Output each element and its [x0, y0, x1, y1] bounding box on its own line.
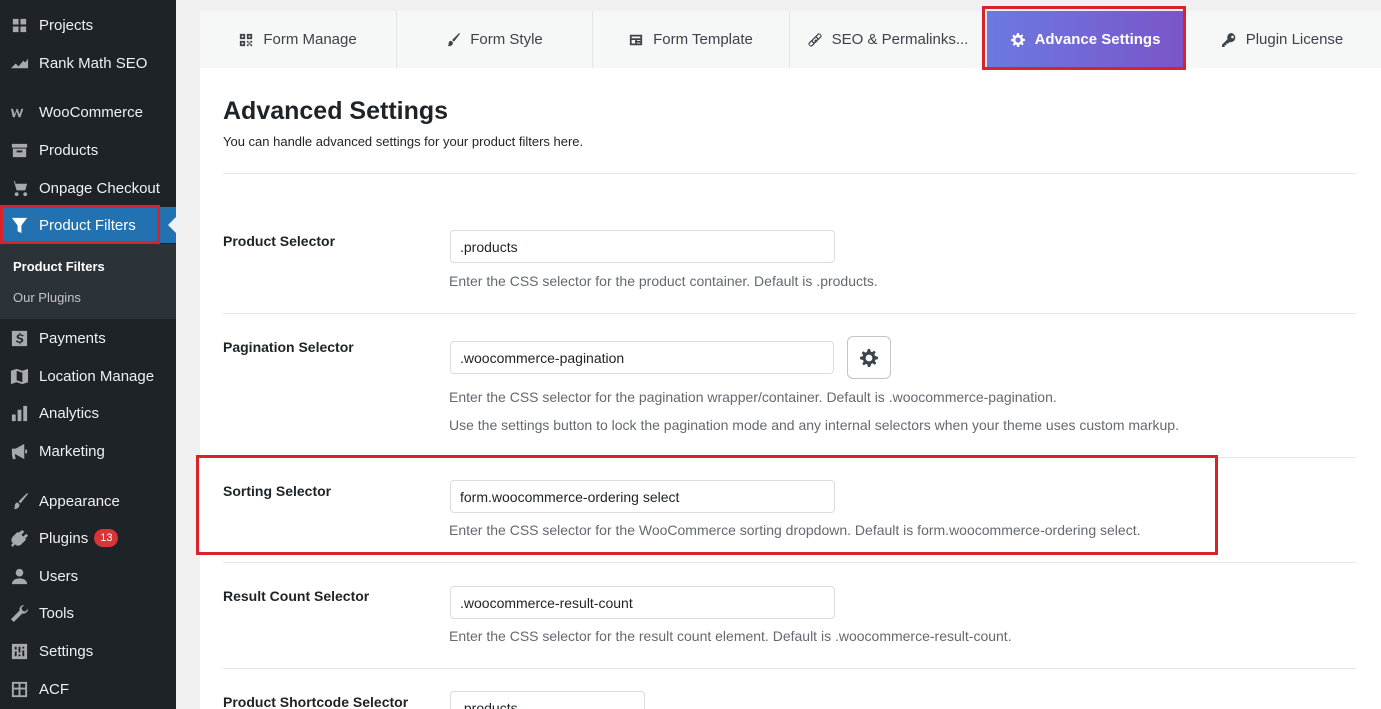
- sidebar-item-payments[interactable]: Payments: [0, 320, 176, 356]
- product-filters-submenu: Product Filters Our Plugins: [0, 244, 176, 319]
- shortcode-selector-label: Product Shortcode Selector: [223, 694, 409, 709]
- settings-sliders-icon: [9, 641, 29, 661]
- megaphone-icon: [9, 441, 29, 461]
- brush-icon: [447, 32, 461, 46]
- tab-form-template[interactable]: Form Template: [593, 11, 790, 68]
- divider: [223, 562, 1356, 563]
- divider: [223, 457, 1356, 458]
- tab-label: Plugin License: [1245, 31, 1344, 48]
- shortcode-selector-input[interactable]: [450, 691, 645, 709]
- tab-seo-permalinks[interactable]: SEO & Permalinks...: [790, 11, 987, 68]
- sidebar-item-rank-math[interactable]: Rank Math SEO: [0, 45, 176, 81]
- sidebar-item-marketing[interactable]: Marketing: [0, 433, 176, 469]
- sidebar-item-label: Marketing: [39, 442, 105, 460]
- settings-tabs: Form Manage Form Style Form Template SEO…: [200, 11, 1381, 68]
- woocommerce-icon: [9, 102, 29, 122]
- tab-advance-settings[interactable]: Advance Settings: [987, 11, 1184, 68]
- tab-form-manage[interactable]: Form Manage: [200, 11, 397, 68]
- pagination-selector-label: Pagination Selector: [223, 339, 354, 355]
- tab-label: Form Style: [470, 31, 543, 48]
- sidebar-item-projects[interactable]: Projects: [0, 7, 176, 43]
- sidebar-item-users[interactable]: Users: [0, 558, 176, 594]
- filter-icon: [9, 215, 29, 235]
- user-icon: [9, 566, 29, 586]
- pagination-selector-input[interactable]: [450, 341, 834, 374]
- divider: [223, 313, 1356, 314]
- sidebar-item-woocommerce[interactable]: WooCommerce: [0, 94, 176, 130]
- tab-plugin-license[interactable]: Plugin License: [1184, 11, 1381, 68]
- tab-label: Form Manage: [263, 31, 357, 48]
- sidebar-item-settings[interactable]: Settings: [0, 633, 176, 669]
- submenu-item-our-plugins[interactable]: Our Plugins: [13, 290, 81, 305]
- sidebar-item-acf[interactable]: ACF: [0, 671, 176, 707]
- sidebar-item-label: Settings: [39, 642, 94, 660]
- sidebar-item-analytics[interactable]: Analytics: [0, 395, 176, 431]
- divider: [223, 173, 1356, 174]
- sidebar-item-label: Analytics: [39, 404, 100, 422]
- sidebar-item-appearance[interactable]: Appearance: [0, 483, 176, 519]
- sidebar-item-label: Tools: [39, 604, 75, 622]
- plugin-icon: [9, 528, 29, 548]
- result-count-selector-input[interactable]: [450, 586, 835, 619]
- bar-chart-icon: [9, 403, 29, 423]
- sidebar-item-label: Rank Math SEO: [39, 54, 148, 72]
- cart-icon: [9, 178, 29, 198]
- link-icon: [808, 32, 822, 47]
- grid-icon: [240, 33, 253, 46]
- projects-icon: [9, 15, 29, 35]
- sidebar-item-label: Users: [39, 567, 79, 585]
- sidebar-item-location-manage[interactable]: Location Manage: [0, 358, 176, 394]
- sidebar-item-label: Appearance: [39, 492, 120, 510]
- acf-icon: [9, 679, 29, 699]
- page-title: Advanced Settings: [223, 97, 449, 125]
- tab-form-style[interactable]: Form Style: [397, 11, 593, 68]
- submenu-item-product-filters[interactable]: Product Filters: [13, 259, 105, 274]
- sidebar-item-label: Location Manage: [39, 367, 155, 385]
- pagination-selector-help-secondary: Use the settings button to lock the pagi…: [449, 417, 1179, 433]
- paint-brush-icon: [9, 491, 29, 511]
- gear-icon: [860, 348, 878, 367]
- main-content: Form Manage Form Style Form Template SEO…: [200, 11, 1381, 709]
- product-selector-input[interactable]: [450, 230, 835, 263]
- page-description: You can handle advanced settings for you…: [223, 134, 584, 149]
- sidebar-item-products[interactable]: Products: [0, 132, 176, 168]
- sorting-selector-help: Enter the CSS selector for the WooCommer…: [449, 522, 1141, 538]
- gear-icon: [1010, 32, 1025, 47]
- sidebar-item-label: Product Filters: [39, 216, 136, 234]
- product-selector-label: Product Selector: [223, 233, 336, 249]
- sidebar-item-label: Plugins: [39, 529, 89, 547]
- sidebar-item-label: WooCommerce: [39, 103, 143, 121]
- divider: [223, 668, 1356, 669]
- plugins-update-count-badge: 13: [94, 529, 119, 547]
- result-count-selector-label: Result Count Selector: [223, 588, 370, 604]
- sidebar-item-label: Products: [39, 141, 99, 159]
- rank-math-icon: [9, 53, 29, 73]
- sidebar-item-label: Projects: [39, 16, 94, 34]
- sorting-selector-label: Sorting Selector: [223, 483, 332, 499]
- sidebar-item-plugins[interactable]: Plugins 13: [0, 520, 176, 556]
- pagination-selector-help: Enter the CSS selector for the paginatio…: [449, 389, 1057, 405]
- sidebar-item-label: ACF: [39, 680, 69, 698]
- template-icon: [629, 34, 643, 45]
- sidebar-item-tools[interactable]: Tools: [0, 595, 176, 631]
- dollar-icon: [9, 328, 29, 348]
- tab-label: SEO & Permalinks...: [831, 31, 969, 48]
- sidebar-item-label: Payments: [39, 329, 106, 347]
- sidebar-item-label: Onpage Checkout: [39, 179, 160, 197]
- pagination-settings-button[interactable]: [847, 336, 891, 379]
- sidebar-item-product-filters[interactable]: Product Filters: [0, 207, 176, 243]
- wrench-icon: [9, 603, 29, 623]
- product-selector-help: Enter the CSS selector for the product c…: [449, 273, 878, 289]
- result-count-selector-help: Enter the CSS selector for the result co…: [449, 628, 1012, 644]
- archive-icon: [9, 140, 29, 160]
- current-menu-arrow: [168, 217, 176, 233]
- sidebar-item-onpage-checkout[interactable]: Onpage Checkout: [0, 170, 176, 206]
- admin-sidebar: Projects Rank Math SEO WooCommerce Produ…: [0, 0, 176, 709]
- key-icon: [1221, 32, 1235, 47]
- tab-label: Advance Settings: [1034, 31, 1161, 48]
- map-icon: [9, 366, 29, 386]
- sorting-selector-input[interactable]: [450, 480, 835, 513]
- tab-label: Form Template: [653, 31, 753, 48]
